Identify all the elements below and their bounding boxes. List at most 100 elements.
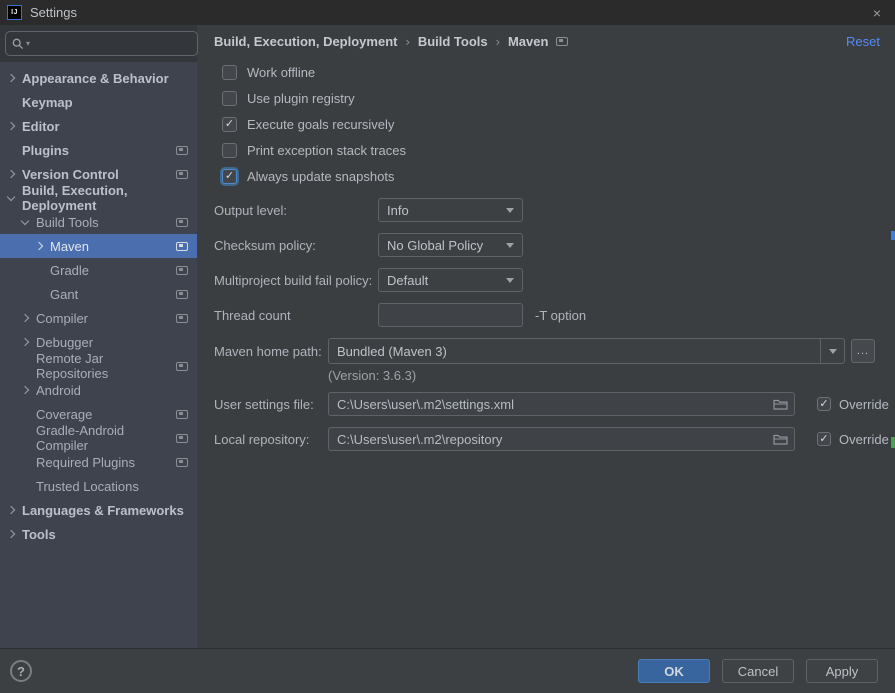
window-title: Settings bbox=[30, 5, 77, 20]
search-strip: ▾ bbox=[0, 25, 197, 62]
apply-button[interactable]: Apply bbox=[806, 659, 878, 683]
checksum-policy-dropdown[interactable]: No Global Policy bbox=[378, 233, 523, 257]
sidebar-item-label: Required Plugins bbox=[36, 455, 135, 470]
chevron-right-icon[interactable] bbox=[21, 386, 29, 394]
breadcrumb-build-tools[interactable]: Build Tools bbox=[418, 34, 488, 49]
user-settings-input[interactable]: C:\Users\user\.m2\settings.xml bbox=[328, 392, 795, 416]
chevron-slot bbox=[8, 171, 22, 177]
sidebar-item-label: Compiler bbox=[36, 311, 88, 326]
checkbox-execute-goals-recursively[interactable]: ✓ bbox=[222, 117, 237, 132]
sidebar-item-build-tools[interactable]: Build Tools bbox=[0, 210, 197, 234]
sidebar-item-label: Tools bbox=[22, 527, 56, 542]
breadcrumb-build-execution-deployment[interactable]: Build, Execution, Deployment bbox=[214, 34, 397, 49]
checkbox-label: Work offline bbox=[247, 65, 315, 80]
thread-count-input[interactable] bbox=[378, 303, 523, 327]
sidebar-item-label: Build Tools bbox=[36, 215, 99, 230]
checkbox-print-exception-stack-traces[interactable] bbox=[222, 143, 237, 158]
chevron-right-icon[interactable] bbox=[21, 314, 29, 322]
sidebar-item-gant[interactable]: Gant bbox=[0, 282, 197, 306]
title-bar: IJ Settings × bbox=[0, 0, 895, 25]
sidebar-item-compiler[interactable]: Compiler bbox=[0, 306, 197, 330]
settings-screen-icon bbox=[176, 218, 188, 227]
checkbox-row-execute-goals-recursively: ✓ Execute goals recursively bbox=[214, 111, 895, 137]
sidebar-item-plugins[interactable]: Plugins bbox=[0, 138, 197, 162]
search-icon bbox=[12, 38, 24, 50]
user-settings-label: User settings file: bbox=[214, 397, 328, 412]
local-repository-input[interactable]: C:\Users\user\.m2\repository bbox=[328, 427, 795, 451]
output-level-row: Output level: Info bbox=[214, 198, 895, 222]
maven-home-dropdown[interactable]: Bundled (Maven 3) bbox=[328, 338, 845, 364]
chevron-down-icon[interactable] bbox=[7, 193, 15, 201]
local-repository-override[interactable]: ✓ Override bbox=[817, 432, 889, 447]
checkbox-always-update-snapshots[interactable]: ✓ bbox=[222, 169, 237, 184]
dropdown-arrow-section[interactable] bbox=[820, 339, 844, 363]
checkbox-row-always-update-snapshots: ✓Always update snapshots bbox=[214, 163, 895, 189]
chevron-right-icon[interactable] bbox=[7, 530, 15, 538]
maven-version-note: (Version: 3.6.3) bbox=[328, 368, 895, 384]
maven-settings-panel: Build, Execution, Deployment › Build Too… bbox=[197, 25, 895, 648]
chevron-slot bbox=[8, 531, 22, 537]
sidebar-item-build-execution-deployment[interactable]: Build, Execution, Deployment bbox=[0, 186, 197, 210]
multiproject-policy-dropdown[interactable]: Default bbox=[378, 268, 523, 292]
checkbox-work-offline[interactable] bbox=[222, 65, 237, 80]
close-icon[interactable]: × bbox=[873, 6, 881, 20]
settings-search-input[interactable] bbox=[32, 36, 191, 52]
maven-home-browse-button[interactable]: ... bbox=[851, 339, 875, 363]
sidebar-item-keymap[interactable]: Keymap bbox=[0, 90, 197, 114]
breadcrumb-separator: › bbox=[405, 34, 409, 49]
sidebar-item-tools[interactable]: Tools bbox=[0, 522, 197, 546]
checksum-policy-value: No Global Policy bbox=[379, 238, 506, 253]
override-checkbox[interactable]: ✓ bbox=[817, 432, 831, 446]
chevron-right-icon[interactable] bbox=[7, 170, 15, 178]
chevron-down-icon[interactable] bbox=[21, 217, 29, 225]
chevron-right-icon[interactable] bbox=[7, 122, 15, 130]
override-checkbox[interactable]: ✓ bbox=[817, 397, 831, 411]
chevron-slot bbox=[8, 75, 22, 81]
sidebar-item-label: Version Control bbox=[22, 167, 119, 182]
checksum-policy-label: Checksum policy: bbox=[214, 238, 378, 253]
search-box[interactable]: ▾ bbox=[5, 31, 198, 56]
scrollbar-mark-green bbox=[891, 437, 895, 448]
thread-count-row: Thread count -T option bbox=[214, 303, 895, 327]
user-settings-override[interactable]: ✓ Override bbox=[817, 397, 889, 412]
sidebar-item-languages-frameworks[interactable]: Languages & Frameworks bbox=[0, 498, 197, 522]
sidebar-item-required-plugins[interactable]: Required Plugins bbox=[0, 450, 197, 474]
maven-home-label: Maven home path: bbox=[214, 344, 328, 359]
cancel-button[interactable]: Cancel bbox=[722, 659, 794, 683]
ok-button[interactable]: OK bbox=[638, 659, 710, 683]
sidebar-item-remote-jar-repositories[interactable]: Remote Jar Repositories bbox=[0, 354, 197, 378]
chevron-right-icon[interactable] bbox=[7, 74, 15, 82]
sidebar-item-gradle[interactable]: Gradle bbox=[0, 258, 197, 282]
sidebar-item-label: Trusted Locations bbox=[36, 479, 139, 494]
chevron-down-icon bbox=[829, 349, 837, 354]
search-options-caret-icon[interactable]: ▾ bbox=[26, 39, 30, 48]
output-level-dropdown[interactable]: Info bbox=[378, 198, 523, 222]
chevron-right-icon[interactable] bbox=[7, 506, 15, 514]
sidebar-item-label: Keymap bbox=[22, 95, 73, 110]
chevron-slot bbox=[22, 339, 36, 345]
breadcrumb-separator: › bbox=[496, 34, 500, 49]
sidebar-item-maven[interactable]: Maven bbox=[0, 234, 197, 258]
sidebar-item-editor[interactable]: Editor bbox=[0, 114, 197, 138]
reset-link[interactable]: Reset bbox=[846, 34, 880, 49]
settings-screen-icon bbox=[176, 266, 188, 275]
folder-icon[interactable] bbox=[773, 398, 788, 410]
maven-options-form: Output level: Info Checksum policy: No G… bbox=[214, 198, 895, 451]
sidebar-item-appearance-behavior[interactable]: Appearance & Behavior bbox=[0, 66, 197, 90]
checkbox-row-work-offline: Work offline bbox=[214, 59, 895, 85]
thread-count-hint: -T option bbox=[535, 308, 586, 323]
sidebar-item-gradle-android-compiler[interactable]: Gradle-Android Compiler bbox=[0, 426, 197, 450]
chevron-right-icon[interactable] bbox=[21, 338, 29, 346]
local-repository-row: Local repository: C:\Users\user\.m2\repo… bbox=[214, 427, 895, 451]
checkbox-row-print-exception-stack-traces: Print exception stack traces bbox=[214, 137, 895, 163]
folder-icon[interactable] bbox=[773, 433, 788, 445]
chevron-right-icon[interactable] bbox=[35, 242, 43, 250]
sidebar-item-android[interactable]: Android bbox=[0, 378, 197, 402]
help-icon[interactable]: ? bbox=[10, 660, 32, 682]
thread-count-label: Thread count bbox=[214, 308, 378, 323]
sidebar-item-trusted-locations[interactable]: Trusted Locations bbox=[0, 474, 197, 498]
override-label: Override bbox=[839, 397, 889, 412]
sidebar-item-label: Gradle-Android Compiler bbox=[36, 423, 176, 453]
checkbox-use-plugin-registry[interactable] bbox=[222, 91, 237, 106]
checkbox-label: Execute goals recursively bbox=[247, 117, 394, 132]
